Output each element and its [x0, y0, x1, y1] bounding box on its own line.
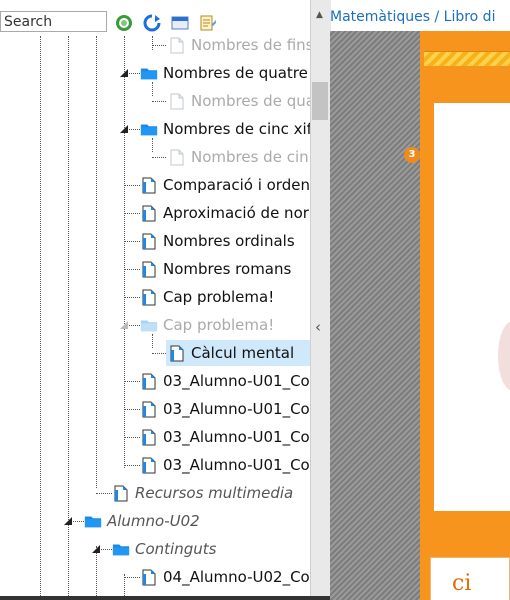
page-number-badge: 3	[404, 147, 420, 163]
breadcrumb[interactable]: Matemàtiques / Libro di	[330, 9, 510, 31]
tree-item-label: 03_Alumno-U01_Co	[163, 428, 310, 446]
tree-item-label: Comparació i orden	[163, 176, 310, 194]
folder-icon	[84, 511, 102, 531]
page-card-bottom: ci	[430, 543, 510, 600]
window-icon[interactable]	[171, 14, 189, 32]
document-icon	[140, 231, 158, 251]
tree-guide-line	[124, 36, 125, 468]
tree-item[interactable]: Nombres de fins	[168, 32, 310, 58]
bottom-glyph: ci	[452, 571, 472, 596]
tree-item-label: Recursos multimedia	[135, 484, 294, 502]
tree-item[interactable]: Comparació i orden	[140, 172, 310, 198]
notes-icon[interactable]	[199, 14, 217, 32]
document-icon	[168, 147, 186, 167]
refresh-circle-icon[interactable]	[115, 14, 133, 32]
tree-guide-line	[152, 36, 153, 50]
viewer-background	[330, 31, 420, 600]
search-input[interactable]	[0, 11, 107, 32]
tree-item[interactable]: 03_Alumno-U01_Co	[140, 424, 310, 450]
folder-icon	[140, 63, 158, 83]
folder-icon	[140, 315, 158, 335]
document-icon	[140, 175, 158, 195]
tree-item-selected[interactable]: Càlcul mental	[166, 340, 310, 366]
document-icon	[140, 371, 158, 391]
tree-item-label: Continguts	[135, 540, 217, 558]
tree-guide-line	[40, 36, 41, 600]
collapse-triangle-icon[interactable]	[120, 69, 128, 77]
tree-item-label: Nombres de qua	[191, 92, 310, 110]
tree-item[interactable]: Aproximació de nor	[140, 200, 309, 226]
tree-folder[interactable]: Continguts	[112, 536, 216, 562]
folder-icon	[112, 539, 130, 559]
tree-item-label: Nombres de cin	[191, 148, 309, 166]
tree-item[interactable]: 04_Alumno-U02_Co	[140, 564, 310, 590]
tree-item-label: Alumno-U02	[107, 512, 200, 530]
page-stripe	[424, 51, 510, 66]
tree-view: Nombres de fins Nombres de quatre Nombre…	[0, 36, 310, 600]
tree-item-label: Aproximació de nor	[163, 204, 309, 222]
tree-item[interactable]: 03_Alumno-U01_Co	[140, 452, 310, 478]
tree-item-label: Nombres de quatre	[163, 64, 308, 82]
collapse-triangle-icon[interactable]	[64, 517, 72, 525]
tree-item-label: 03_Alumno-U01_Co	[163, 400, 310, 418]
tree-folder[interactable]: Cap problema!	[140, 312, 274, 338]
page-card	[434, 103, 510, 511]
tree-toolbar	[0, 0, 310, 36]
collapse-left-icon[interactable]: ‹	[315, 318, 321, 336]
tree-item[interactable]: 03_Alumno-U01_Co	[140, 368, 310, 394]
tree-item-label: Nombres ordinals	[163, 232, 295, 250]
tree-item[interactable]: Recursos multimedia	[112, 480, 293, 506]
tree-item-label: Cap problema!	[163, 316, 275, 334]
tree-folder[interactable]: Nombres de quatre	[140, 60, 308, 86]
tree-folder[interactable]: Alumno-U02	[84, 508, 200, 534]
collapse-triangle-icon[interactable]	[92, 545, 100, 553]
folder-icon	[140, 119, 158, 139]
bottom-border	[0, 596, 330, 600]
document-icon	[140, 427, 158, 447]
document-icon	[140, 399, 158, 419]
collapse-triangle-icon[interactable]	[120, 321, 128, 329]
tree-guide-line	[68, 36, 69, 600]
tree-guide-line	[96, 36, 97, 488]
document-icon	[112, 483, 130, 503]
document-icon	[140, 287, 158, 307]
tree-item-label: Cap problema!	[163, 288, 275, 306]
tree-item[interactable]: Nombres romans	[140, 256, 291, 282]
tree-item-label: Càlcul mental	[191, 344, 295, 362]
document-icon	[168, 35, 186, 55]
tree-guide-line	[96, 546, 97, 600]
tree-folder[interactable]: Nombres de cinc xif	[140, 116, 310, 142]
document-icon	[140, 567, 158, 587]
collapse-triangle-icon[interactable]	[120, 125, 128, 133]
tree-panel: Nombres de fins Nombres de quatre Nombre…	[0, 0, 310, 600]
tree-item-label: Nombres de cinc xif	[163, 120, 310, 138]
document-icon	[168, 91, 186, 111]
tree-item-label: 03_Alumno-U01_Co	[163, 372, 310, 390]
scrollbar-thumb[interactable]	[312, 82, 328, 120]
document-icon	[140, 455, 158, 475]
tree-item-label: 04_Alumno-U02_Co	[163, 568, 310, 586]
sync-icon[interactable]	[143, 14, 161, 32]
panel-splitter[interactable]: ▲ ‹	[310, 0, 331, 600]
tree-item-label: 03_Alumno-U01_Co	[163, 456, 310, 474]
document-viewer[interactable]: ci 3	[330, 31, 510, 600]
scroll-up-arrow-icon[interactable]: ▲	[316, 10, 323, 20]
tree-item[interactable]: 03_Alumno-U01_Co	[140, 396, 310, 422]
tree-item[interactable]: Nombres de cin	[168, 144, 309, 170]
document-icon	[168, 343, 186, 363]
tree-item-label: Nombres de fins	[191, 36, 310, 54]
document-icon	[140, 259, 158, 279]
page-preview[interactable]: ci	[420, 31, 510, 600]
tree-item[interactable]: Cap problema!	[140, 284, 274, 310]
document-icon	[140, 203, 158, 223]
tree-item-label: Nombres romans	[163, 260, 292, 278]
tree-item[interactable]: Nombres de qua	[168, 88, 310, 114]
tree-item[interactable]: Nombres ordinals	[140, 228, 295, 254]
